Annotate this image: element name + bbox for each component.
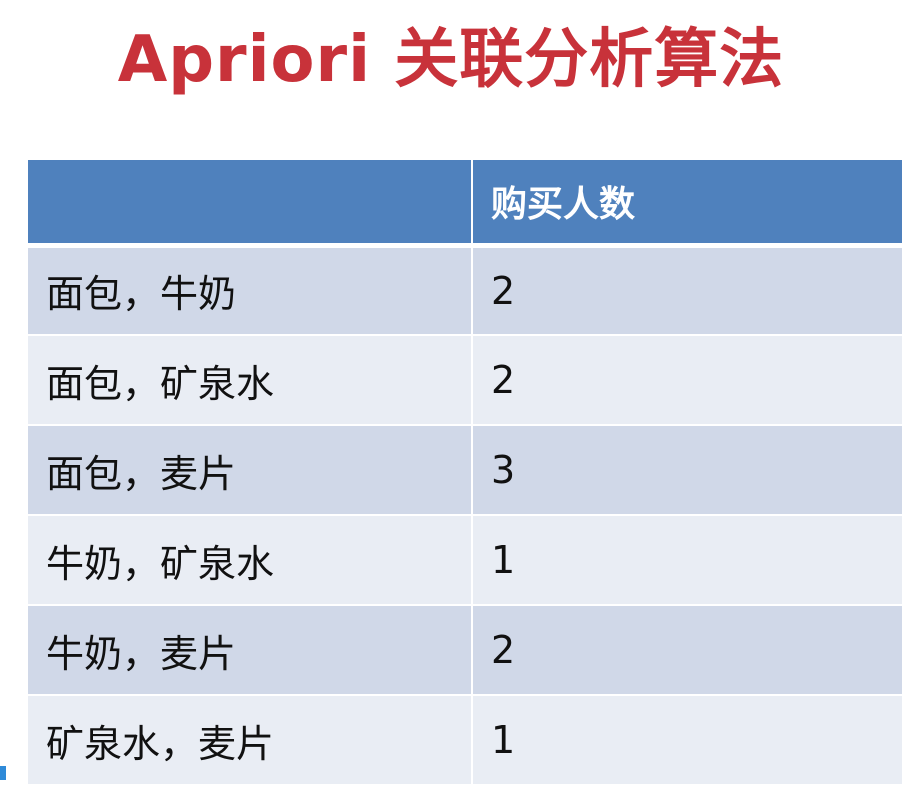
table-row: 面包，矿泉水 2 [28,335,902,426]
itemset-cell: 矿泉水，麦片 [28,695,473,786]
count-cell: 3 [472,425,902,516]
itemset-cell: 面包，麦片 [28,425,473,516]
count-cell: 1 [472,515,902,606]
table-row: 牛奶，麦片 2 [28,605,902,696]
table-header-row: 购买人数 [28,160,902,248]
table-row: 面包，麦片 3 [28,425,902,516]
count-cell: 2 [472,245,902,336]
header-itemset [28,160,473,248]
itemset-cell: 牛奶，矿泉水 [28,515,473,606]
count-cell: 1 [472,695,902,786]
itemset-cell: 牛奶，麦片 [28,605,473,696]
corner-edge-mark [0,766,6,780]
count-cell: 2 [472,605,902,696]
itemset-count-table: 购买人数 面包，牛奶 2 面包，矿泉水 2 面包，麦片 3 牛奶，矿泉水 1 牛… [28,160,902,786]
slide-title: Apriori 关联分析算法 [117,23,785,97]
itemset-cell: 面包，矿泉水 [28,335,473,426]
header-purchase-count: 购买人数 [472,160,902,248]
itemset-cell: 面包，牛奶 [28,245,473,336]
table-row: 牛奶，矿泉水 1 [28,515,902,606]
table-row: 面包，牛奶 2 [28,245,902,336]
count-cell: 2 [472,335,902,426]
table-row: 矿泉水，麦片 1 [28,695,902,786]
